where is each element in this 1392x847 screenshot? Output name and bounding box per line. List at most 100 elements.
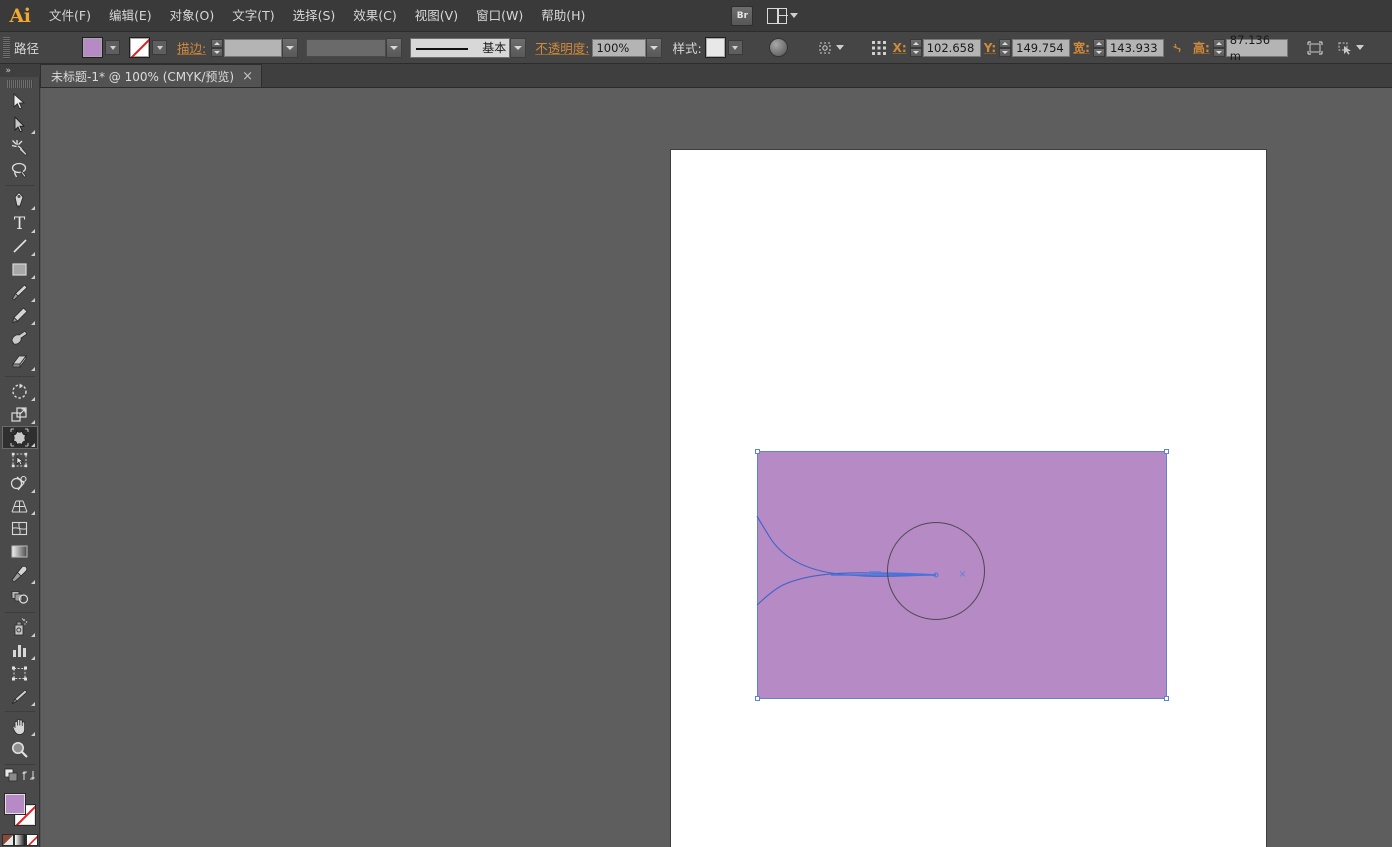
hand-tool[interactable] [2, 715, 38, 738]
y-position-control[interactable]: 149.754 [999, 39, 1070, 57]
opacity-dropdown-arrow[interactable] [646, 38, 662, 58]
opacity-label[interactable]: 不透明度: [535, 38, 589, 57]
control-bar-grip[interactable] [3, 37, 10, 59]
y-stepper[interactable] [999, 39, 1011, 57]
workspace-switcher[interactable] [767, 8, 798, 24]
height-stepper[interactable] [1213, 39, 1225, 57]
transform-each-icon[interactable] [1304, 37, 1326, 59]
menu-select[interactable]: 选择(S) [284, 5, 345, 27]
brush-definition-control[interactable]: 基本 [410, 38, 526, 58]
menu-effect[interactable]: 效果(C) [344, 5, 405, 27]
canvas-area[interactable]: × [41, 88, 1392, 847]
stroke-profile-field[interactable] [306, 39, 386, 57]
width-control[interactable]: 143.933 [1093, 39, 1164, 57]
zoom-tool[interactable] [2, 738, 38, 761]
free-transform-tool[interactable] [2, 449, 38, 472]
brush-preview[interactable]: 基本 [410, 38, 510, 58]
warp-tool[interactable] [2, 426, 38, 449]
menu-view[interactable]: 视图(V) [406, 5, 467, 27]
graphic-style-swatch[interactable] [705, 37, 726, 58]
close-icon[interactable]: × [242, 70, 253, 83]
rotate-tool[interactable] [2, 380, 38, 403]
menu-edit[interactable]: 编辑(E) [100, 5, 161, 27]
perspective-grid-tool[interactable] [2, 495, 38, 518]
menu-type[interactable]: 文字(T) [223, 5, 283, 27]
rectangle-tool[interactable] [2, 258, 38, 281]
menu-help[interactable]: 帮助(H) [532, 5, 594, 27]
pencil-tool[interactable] [2, 304, 38, 327]
scale-tool[interactable] [2, 403, 38, 426]
none-button[interactable] [26, 834, 38, 846]
selection-tool[interactable] [2, 90, 38, 113]
direct-selection-tool[interactable] [2, 113, 38, 136]
mesh-tool[interactable] [2, 517, 38, 540]
stroke-profile-control[interactable] [306, 38, 402, 58]
tools-panel-grip[interactable] [7, 80, 33, 88]
stroke-weight-control[interactable] [211, 38, 298, 58]
eraser-tool[interactable] [2, 350, 38, 373]
graphic-style-dropdown-arrow[interactable] [728, 40, 743, 55]
opacity-field[interactable]: 100% [592, 39, 646, 57]
link-icon[interactable] [1166, 37, 1188, 59]
type-tool[interactable]: T [2, 212, 38, 235]
graphic-style-control[interactable] [705, 37, 743, 58]
align-control[interactable] [814, 37, 844, 59]
x-label: X: [890, 41, 910, 55]
gradient-tool[interactable] [2, 540, 38, 563]
stroke-label[interactable]: 描边: [177, 38, 206, 57]
fill-dropdown-arrow[interactable] [105, 40, 120, 55]
fill-color-control[interactable] [82, 37, 120, 58]
bridge-button[interactable]: Br [731, 6, 753, 26]
blob-brush-tool[interactable] [2, 327, 38, 350]
select-similar-icon[interactable] [1334, 37, 1356, 59]
height-control[interactable]: 87.136 m [1213, 39, 1288, 57]
menu-file[interactable]: 文件(F) [40, 5, 100, 27]
eyedropper-tool[interactable] [2, 563, 38, 586]
gradient-button[interactable] [14, 834, 26, 846]
width-field[interactable]: 143.933 [1106, 39, 1164, 57]
magic-wand-tool[interactable] [2, 136, 38, 159]
document-tab[interactable]: 未标题-1* @ 100% (CMYK/预览) × [40, 64, 262, 87]
transform-reference-point-icon[interactable] [868, 37, 890, 59]
fill-swatch-toolbar[interactable] [4, 793, 26, 815]
opacity-mask-icon[interactable] [769, 38, 788, 57]
artboard-tool[interactable] [2, 662, 38, 685]
warp-center-marker: × [958, 570, 967, 579]
blend-tool[interactable] [2, 586, 38, 609]
shape-builder-tool[interactable] [2, 472, 38, 495]
width-stepper[interactable] [1093, 39, 1105, 57]
slice-tool[interactable] [2, 685, 38, 708]
line-segment-tool[interactable] [2, 235, 38, 258]
opacity-control[interactable]: 100% [592, 38, 662, 58]
stroke-weight-dropdown-arrow[interactable] [282, 38, 298, 58]
symbol-sprayer-tool[interactable] [2, 616, 38, 639]
stroke-weight-field[interactable] [224, 39, 282, 57]
toolbar-divider [5, 764, 35, 765]
height-field[interactable]: 87.136 m [1226, 39, 1288, 57]
y-field[interactable]: 149.754 [1012, 39, 1070, 57]
align-chevron-down-icon[interactable] [836, 45, 844, 50]
swap-fill-stroke-icon[interactable] [22, 769, 35, 785]
menu-window[interactable]: 窗口(W) [467, 5, 532, 27]
pen-tool[interactable] [2, 189, 38, 212]
align-icon[interactable] [814, 37, 836, 59]
x-field[interactable]: 102.658 [923, 39, 981, 57]
brush-dropdown-arrow[interactable] [510, 38, 526, 58]
stroke-dropdown-arrow[interactable] [152, 40, 167, 55]
paintbrush-tool[interactable] [2, 281, 38, 304]
fill-swatch[interactable] [82, 37, 103, 58]
color-button[interactable] [2, 834, 14, 846]
stroke-profile-dropdown-arrow[interactable] [386, 38, 402, 58]
default-fill-stroke-icon[interactable] [4, 768, 18, 785]
stroke-color-control[interactable] [129, 37, 167, 58]
column-graph-tool[interactable] [2, 639, 38, 662]
menu-object[interactable]: 对象(O) [161, 5, 224, 27]
stroke-swatch-none[interactable] [129, 37, 150, 58]
x-position-control[interactable]: 102.658 [910, 39, 981, 57]
stroke-weight-stepper[interactable] [211, 39, 223, 57]
tools-panel-collapse[interactable]: » [0, 64, 40, 77]
select-similar-chevron-icon[interactable] [1356, 45, 1364, 50]
lasso-tool[interactable] [2, 159, 38, 182]
x-stepper[interactable] [910, 39, 922, 57]
select-similar-control[interactable] [1334, 37, 1364, 59]
